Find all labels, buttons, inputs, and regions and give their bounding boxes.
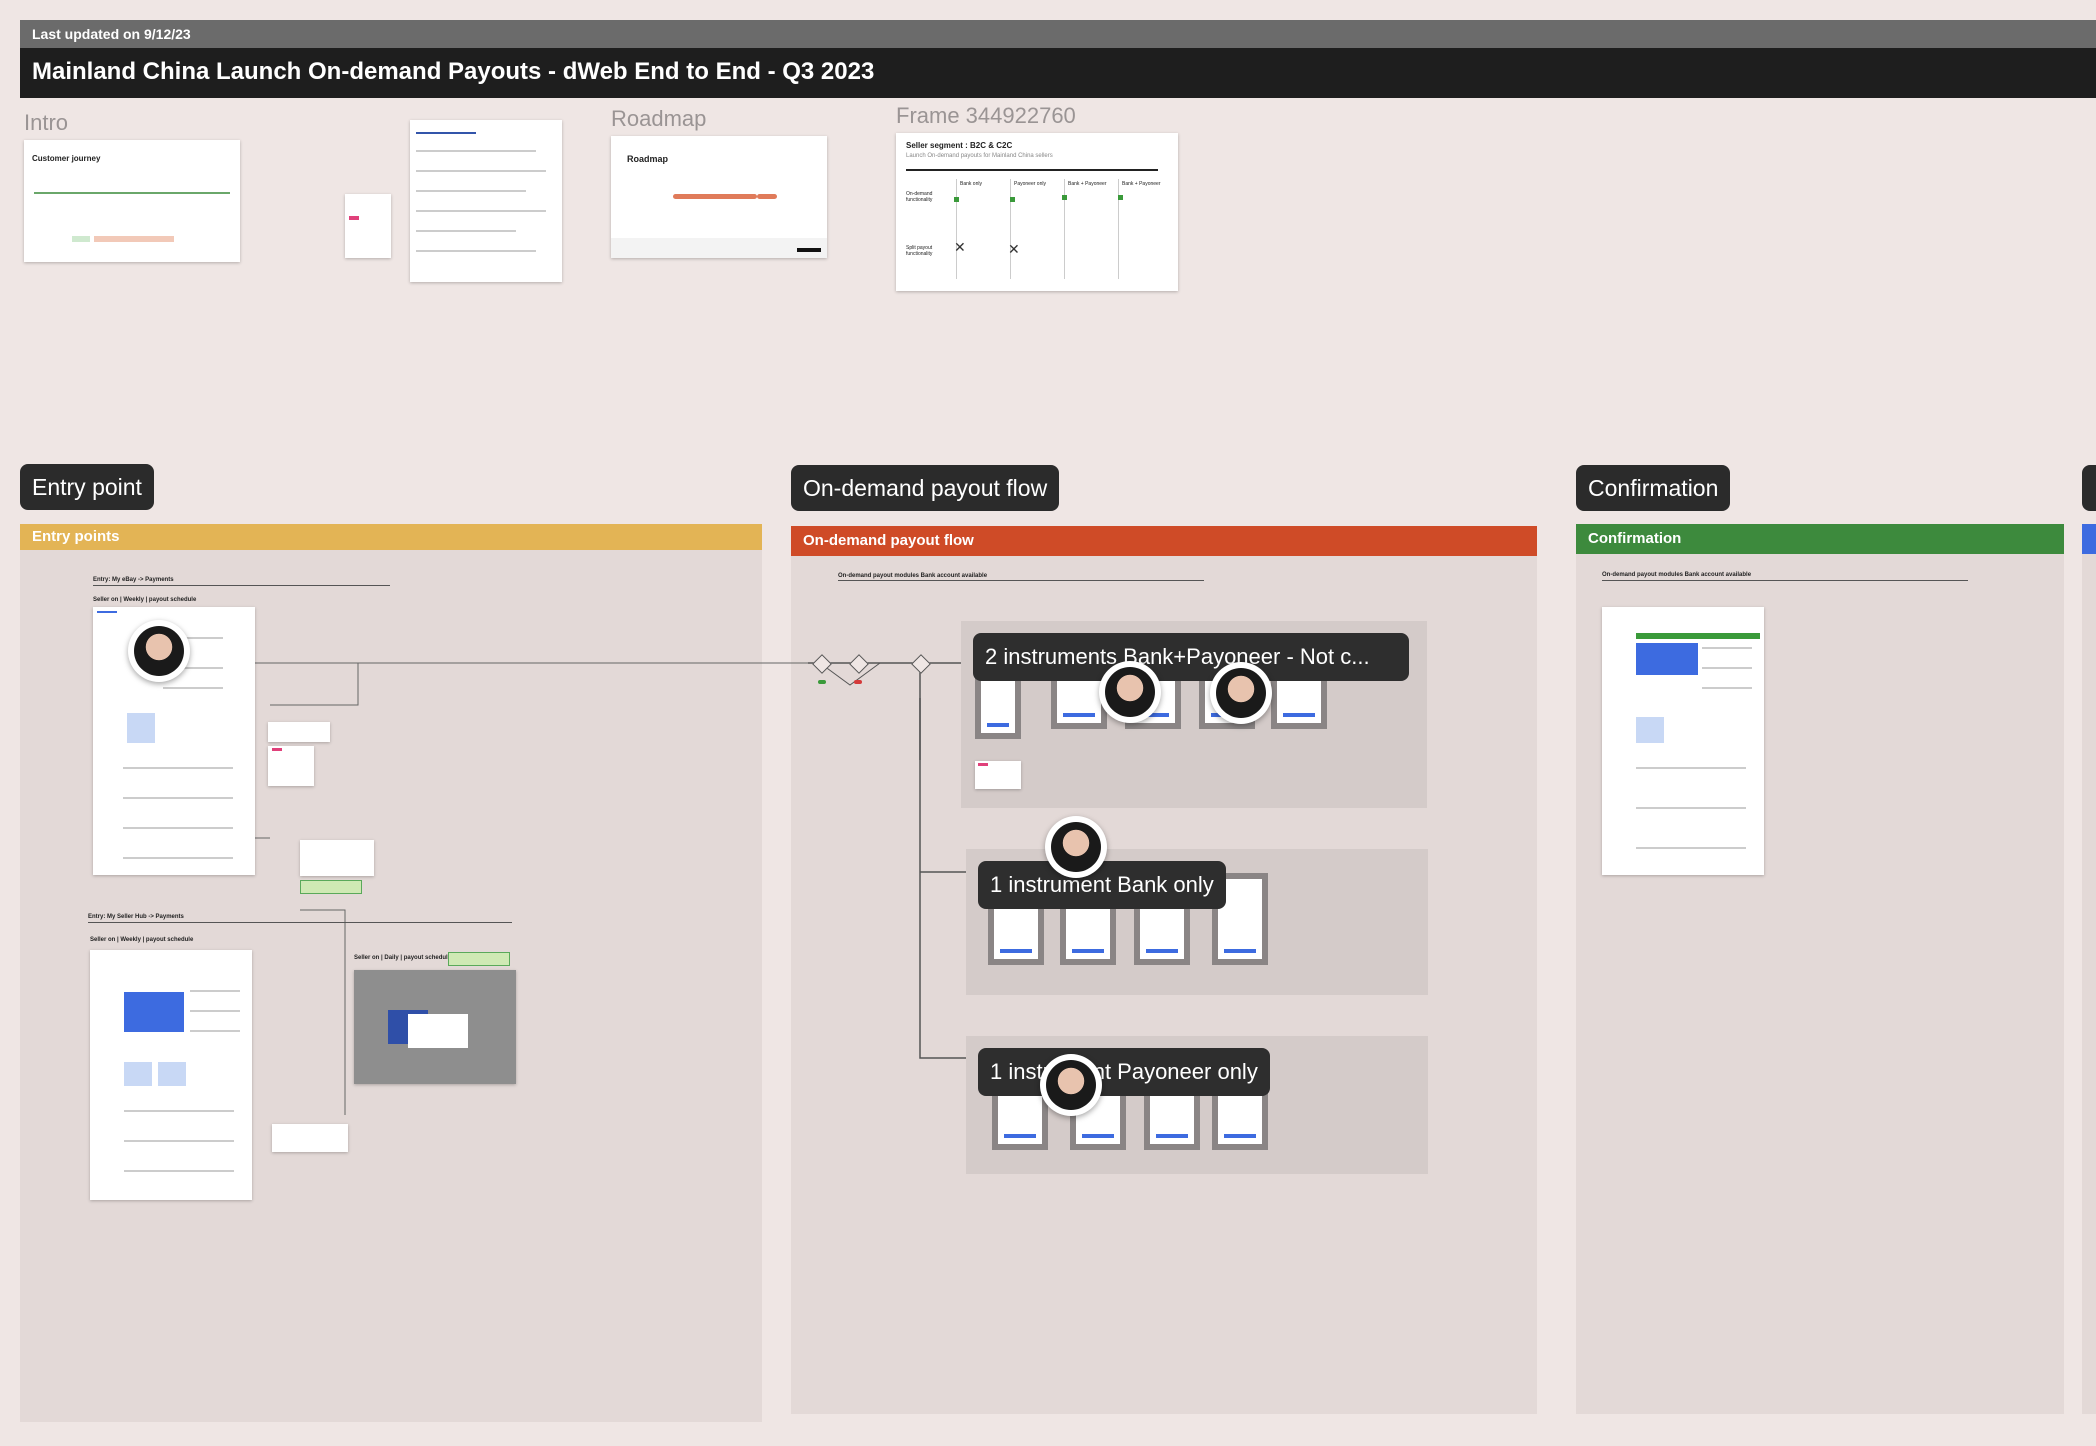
bank-only-label[interactable]: 1 instrument Bank only xyxy=(978,861,1226,909)
daily-schedule-screen[interactable] xyxy=(354,970,516,1084)
collaborator-avatar[interactable] xyxy=(1210,662,1272,724)
reference-note xyxy=(448,952,510,966)
entry2-sub: Seller on | Weekly | payout schedule xyxy=(90,937,194,943)
entry1-label: Entry: My eBay -> Payments xyxy=(93,577,174,583)
collaborator-avatar[interactable] xyxy=(1045,816,1107,878)
flow-screen[interactable] xyxy=(1144,1088,1200,1150)
collaborator-avatar[interactable] xyxy=(128,620,190,682)
daily-card[interactable] xyxy=(272,1124,348,1152)
reference-note xyxy=(300,880,362,894)
entry2-label: Entry: My Seller Hub -> Payments xyxy=(88,914,184,920)
confirmation-heading: On-demand payout modules Bank account av… xyxy=(1602,572,1752,578)
entry1-sub: Seller on | Weekly | payout schedule xyxy=(93,597,197,603)
annotation-card[interactable] xyxy=(268,746,314,786)
flow-screen[interactable] xyxy=(1212,1088,1268,1150)
entry3-sub: Seller on | Daily | payout schedule xyxy=(354,955,452,961)
bank-payoneer-label[interactable]: 2 instruments Bank+Payoneer - Not c... xyxy=(973,633,1409,681)
confirmation-screen[interactable] xyxy=(1602,607,1764,875)
collaborator-avatar[interactable] xyxy=(1099,661,1161,723)
flow-screen[interactable] xyxy=(992,1088,1048,1150)
daily-card[interactable] xyxy=(300,840,374,876)
note-card[interactable] xyxy=(975,761,1021,789)
payoneer-only-label[interactable]: 1 instrument Payoneer only xyxy=(978,1048,1270,1096)
collaborator-avatar[interactable] xyxy=(1040,1054,1102,1116)
on-demand-heading: On-demand payout modules Bank account av… xyxy=(838,573,988,579)
seller-hub-payments-screen[interactable] xyxy=(90,950,252,1200)
annotation-card[interactable] xyxy=(268,722,330,742)
